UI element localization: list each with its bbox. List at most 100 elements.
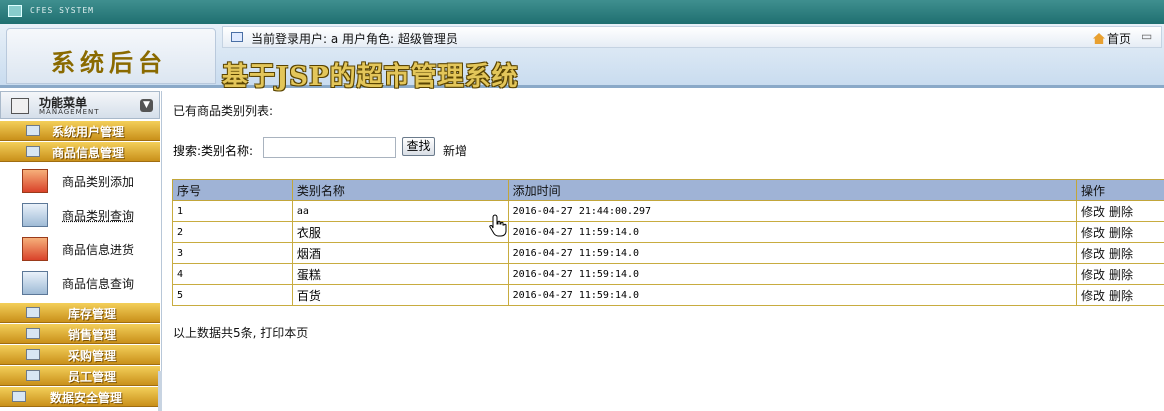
home-icon (1093, 33, 1105, 44)
cell-actions: 修改删除 (1077, 222, 1164, 243)
sidebar-item-label: 商品类别添加 (62, 173, 134, 190)
sidebar-cat-label: 库存管理 (68, 305, 116, 322)
edit-link[interactable]: 修改 (1081, 289, 1105, 303)
sidebar-cat-staff[interactable]: 员工管理 (0, 366, 160, 386)
table-row: 1 aa 2016-04-27 21:44:00.297 修改删除 (173, 201, 1164, 222)
sidebar-cat-inventory[interactable]: 库存管理 (0, 303, 160, 323)
message-icon[interactable]: ▭ (1141, 29, 1157, 45)
sidebar-item-label: 商品信息进货 (62, 241, 134, 258)
edit-link[interactable]: 修改 (1081, 226, 1105, 240)
menu-book-icon (11, 98, 29, 114)
logo-box: 系统后台 (6, 28, 216, 84)
delete-link[interactable]: 删除 (1109, 268, 1133, 282)
cell-name: 百货 (292, 285, 508, 306)
col-header-time: 添加时间 (508, 180, 1076, 201)
user-info-text: 当前登录用户: a 用户角色: 超级管理员 (251, 30, 458, 47)
delete-link[interactable]: 删除 (1109, 226, 1133, 240)
blue-list-icon (22, 203, 48, 227)
col-header-actions: 操作 (1077, 180, 1164, 201)
col-header-name: 类别名称 (292, 180, 508, 201)
cell-time: 2016-04-27 11:59:14.0 (508, 264, 1076, 285)
red-form-icon (22, 169, 48, 193)
cell-actions: 修改删除 (1077, 201, 1164, 222)
search-input[interactable] (263, 137, 396, 158)
folder-icon (26, 307, 40, 318)
cell-time: 2016-04-27 11:59:14.0 (508, 285, 1076, 306)
edit-link[interactable]: 修改 (1081, 268, 1105, 282)
user-info-icon (231, 32, 243, 42)
list-title: 已有商品类别列表: (173, 102, 273, 119)
window-title: CFES SYSTEM (30, 6, 94, 15)
cell-actions: 修改删除 (1077, 243, 1164, 264)
delete-link[interactable]: 删除 (1109, 289, 1133, 303)
user-info-bar: 当前登录用户: a 用户角色: 超级管理员 首页 ▭ (222, 26, 1162, 48)
edit-link[interactable]: 修改 (1081, 205, 1105, 219)
cell-id: 4 (173, 264, 293, 285)
cell-id: 1 (173, 201, 293, 222)
cell-actions: 修改删除 (1077, 285, 1164, 306)
menu-subtitle: MANAGEMENT (39, 108, 100, 116)
folder-icon (26, 349, 40, 360)
cell-id: 3 (173, 243, 293, 264)
cell-name: 烟酒 (292, 243, 508, 264)
search-label: 搜索:类别名称: (173, 142, 253, 159)
home-label: 首页 (1107, 32, 1131, 46)
sidebar-cat-label: 员工管理 (68, 368, 116, 385)
sidebar-cat-label: 销售管理 (68, 326, 116, 343)
table-header-row: 序号 类别名称 添加时间 操作 (173, 180, 1164, 201)
sidebar-item-label: 商品信息查询 (62, 275, 134, 292)
window-app-icon (8, 5, 22, 17)
add-link[interactable]: 新增 (443, 142, 467, 159)
sidebar-cat-data-security[interactable]: 数据安全管理 (0, 387, 160, 407)
sidebar-cat-procurement[interactable]: 采购管理 (0, 345, 160, 365)
cell-actions: 修改删除 (1077, 264, 1164, 285)
menu-header: 功能菜单 MANAGEMENT ▼ (0, 91, 160, 119)
sidebar-cat-sales[interactable]: 销售管理 (0, 324, 160, 344)
collapse-icon[interactable]: ▼ (140, 99, 153, 112)
folder-icon (26, 370, 40, 381)
sidebar-cat-product-info[interactable]: 商品信息管理 (0, 142, 160, 162)
logo-text: 系统后台 (51, 43, 167, 78)
sidebar-cat-label: 系统用户管理 (52, 123, 124, 140)
col-header-id: 序号 (173, 180, 293, 201)
sidebar-cat-system-users[interactable]: 系统用户管理 (0, 121, 160, 141)
record-count-footer: 以上数据共5条, 打印本页 (173, 324, 308, 341)
category-table: 序号 类别名称 添加时间 操作 1 aa 2016-04-27 21:44:00… (172, 179, 1164, 306)
table-row: 2 衣服 2016-04-27 11:59:14.0 修改删除 (173, 222, 1164, 243)
sidebar-item-label: 商品类别查询 (62, 207, 134, 224)
search-button[interactable]: 查找 (402, 137, 435, 156)
folder-icon (26, 146, 40, 157)
cell-id: 5 (173, 285, 293, 306)
sidebar-item-product-query[interactable]: 商品信息查询 (0, 266, 160, 300)
folder-icon (26, 328, 40, 339)
table-row: 5 百货 2016-04-27 11:59:14.0 修改删除 (173, 285, 1164, 306)
folder-icon (12, 391, 26, 402)
sidebar-cat-label: 采购管理 (68, 347, 116, 364)
sidebar-item-category-add[interactable]: 商品类别添加 (0, 164, 160, 198)
system-title: 基于JSP的超市管理系统 (222, 56, 519, 93)
window-title-bar: CFES SYSTEM (0, 0, 1164, 24)
sidebar-item-category-query[interactable]: 商品类别查询 (0, 198, 160, 232)
cell-name: aa (292, 201, 508, 222)
blue-list-icon (22, 271, 48, 295)
delete-link[interactable]: 删除 (1109, 247, 1133, 261)
page-header: 系统后台 当前登录用户: a 用户角色: 超级管理员 首页 ▭ 基于JSP的超市… (0, 24, 1164, 88)
cell-time: 2016-04-27 21:44:00.297 (508, 201, 1076, 222)
sidebar-item-product-purchase[interactable]: 商品信息进货 (0, 232, 160, 266)
sidebar-cat-label: 数据安全管理 (50, 389, 122, 406)
edit-link[interactable]: 修改 (1081, 247, 1105, 261)
cell-name: 衣服 (292, 222, 508, 243)
cell-name: 蛋糕 (292, 264, 508, 285)
home-link[interactable]: 首页 (1093, 30, 1131, 47)
main-content: 已有商品类别列表: 搜索:类别名称: 查找 新增 序号 类别名称 添加时间 操作… (164, 91, 1164, 406)
sidebar-cat-label: 商品信息管理 (52, 144, 124, 161)
table-row: 3 烟酒 2016-04-27 11:59:14.0 修改删除 (173, 243, 1164, 264)
sidebar-scrollbar[interactable] (158, 371, 162, 411)
cell-time: 2016-04-27 11:59:14.0 (508, 243, 1076, 264)
table-row: 4 蛋糕 2016-04-27 11:59:14.0 修改删除 (173, 264, 1164, 285)
red-form-icon (22, 237, 48, 261)
delete-link[interactable]: 删除 (1109, 205, 1133, 219)
cell-id: 2 (173, 222, 293, 243)
sidebar: 功能菜单 MANAGEMENT ▼ 系统用户管理 商品信息管理 商品类别添加 商… (0, 91, 162, 406)
folder-icon (26, 125, 40, 136)
